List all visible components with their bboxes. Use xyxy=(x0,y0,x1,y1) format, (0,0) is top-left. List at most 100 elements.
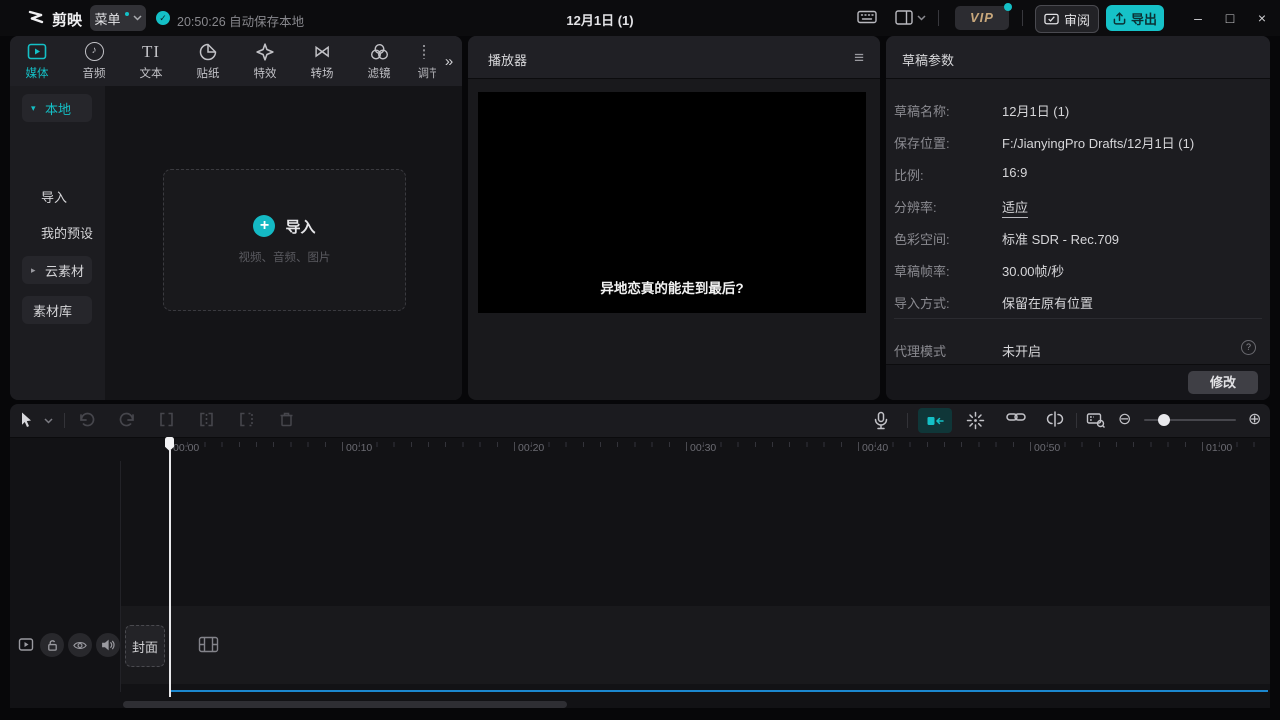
ruler-label[interactable]: 00:20 xyxy=(514,442,544,454)
param-label: 代理模式 xyxy=(894,341,946,360)
shortcut-keyboard-icon[interactable] xyxy=(857,9,877,25)
import-hint: 视频、音频、图片 xyxy=(239,249,331,265)
ruler-label[interactable]: 01:00 xyxy=(1202,442,1232,454)
workspace-layout-icon[interactable] xyxy=(895,10,913,25)
track-lock-icon[interactable] xyxy=(40,633,64,657)
transition-bowtie-icon: ⋈ xyxy=(314,42,331,62)
param-value: F:/JianyingPro Drafts/12月1日 (1) xyxy=(1002,133,1194,152)
media-content-area: + 导入 视频、音频、图片 xyxy=(105,86,462,400)
minimize-button[interactable]: – xyxy=(1183,0,1213,36)
export-up-icon xyxy=(1113,12,1126,25)
param-label: 色彩空间: xyxy=(894,229,950,248)
params-header: 草稿参数 xyxy=(886,36,1270,79)
ruler-label[interactable]: 00:00 xyxy=(173,442,199,454)
record-mic-icon[interactable] xyxy=(873,411,889,430)
filter-circles-icon xyxy=(370,42,389,62)
sidebar-item-local[interactable]: ▾ 本地 xyxy=(22,94,92,122)
player-menu-icon[interactable]: ≡ xyxy=(854,48,864,68)
maximize-button[interactable]: □ xyxy=(1215,0,1245,36)
preview-axis-icon[interactable] xyxy=(966,411,985,430)
tab-media[interactable]: 媒体 xyxy=(10,36,64,86)
tab-text[interactable]: TI 文本 xyxy=(124,36,178,86)
export-button[interactable]: 导出 xyxy=(1106,5,1164,31)
zoom-out-icon[interactable]: ⊖ xyxy=(1118,409,1131,429)
tab-effects[interactable]: 特效 xyxy=(238,36,292,86)
horizontal-scrollbar[interactable] xyxy=(123,701,567,708)
split-icon[interactable] xyxy=(158,411,175,428)
vip-badge-dot xyxy=(1004,3,1012,11)
main-track-lane xyxy=(121,606,1270,684)
zoom-in-icon[interactable]: ⊕ xyxy=(1248,409,1261,429)
undo-icon[interactable] xyxy=(78,411,96,428)
sidebar-item-cloud[interactable]: ▸ 云素材 xyxy=(22,256,92,284)
tab-audio[interactable]: ♪ 音频 xyxy=(67,36,121,86)
playhead-line[interactable] xyxy=(169,450,171,697)
redo-icon[interactable] xyxy=(118,411,136,428)
toolbar-separator xyxy=(64,413,65,428)
tab-filters[interactable]: 滤镜 xyxy=(352,36,406,86)
review-button[interactable]: 审阅 xyxy=(1035,5,1099,33)
split-left-icon[interactable] xyxy=(198,411,215,428)
param-label: 保存位置: xyxy=(894,133,950,152)
split-right-icon[interactable] xyxy=(238,411,255,428)
cursor-select-icon[interactable] xyxy=(18,411,35,429)
param-value: 30.00帧/秒 xyxy=(1002,261,1064,280)
vip-label: VIP xyxy=(970,10,994,25)
param-value: 保留在原有位置 xyxy=(1002,293,1093,312)
import-dropzone[interactable]: + 导入 视频、音频、图片 xyxy=(163,169,406,311)
menu-label: 菜单 xyxy=(94,9,120,28)
ruler-label[interactable]: 00:50 xyxy=(1030,442,1060,454)
sidebar-item-import[interactable]: 导入 xyxy=(32,182,102,210)
menu-button[interactable]: 菜单 xyxy=(90,5,146,31)
modify-button[interactable]: 修改 xyxy=(1188,371,1258,394)
params-title: 草稿参数 xyxy=(902,50,954,69)
timeline-toolbar: ⊖ ⊕ xyxy=(10,404,1270,438)
param-value: 12月1日 (1) xyxy=(1002,101,1069,120)
param-value-link[interactable]: 适应 xyxy=(1002,197,1028,218)
zoom-slider-handle[interactable] xyxy=(1158,414,1170,426)
cover-button[interactable]: 封面 xyxy=(125,625,165,667)
cursor-chevron-icon[interactable] xyxy=(44,418,53,424)
track-visibility-icon[interactable] xyxy=(68,633,92,657)
help-icon[interactable]: ? xyxy=(1241,340,1256,355)
sidebar-item-library[interactable]: 素材库 xyxy=(22,296,92,324)
video-preview: 异地恋真的能走到最后? xyxy=(478,92,866,313)
link-clips-icon[interactable] xyxy=(1006,411,1026,423)
track-mute-icon[interactable] xyxy=(96,633,120,657)
delete-icon[interactable] xyxy=(278,411,295,428)
sidebar-item-label: 素材库 xyxy=(33,301,72,320)
ruler-label[interactable]: 00:30 xyxy=(686,442,716,454)
split-audio-icon[interactable] xyxy=(1046,411,1064,427)
vip-badge[interactable]: VIP xyxy=(955,6,1009,30)
timeline-section: ⊖ ⊕ 00:00 00:10 00:20 00:30 00:40 00:50 … xyxy=(10,404,1270,708)
media-panel: 媒体 ♪ 音频 TI 文本 贴纸 特效 ⋈ 转场 滤镜 调节 » xyxy=(10,36,462,400)
param-row-resolution: 分辨率: 适应 xyxy=(886,188,1270,220)
param-label: 草稿名称: xyxy=(894,101,950,120)
media-tabstrip: 媒体 ♪ 音频 TI 文本 贴纸 特效 ⋈ 转场 滤镜 调节 » xyxy=(10,36,462,87)
sidebar-item-label: 我的预设 xyxy=(41,223,93,242)
tabs-expand-button[interactable]: » xyxy=(436,36,462,86)
sidebar-item-presets[interactable]: 我的预设 xyxy=(32,218,102,246)
empty-clip-film-icon[interactable] xyxy=(198,636,219,653)
player-panel: 播放器 ≡ 异地恋真的能走到最后? 00:00:00:00 / 00:01:43… xyxy=(468,36,880,400)
effects-star-icon xyxy=(256,42,274,62)
tab-transitions[interactable]: ⋈ 转场 xyxy=(295,36,349,86)
tab-label: 媒体 xyxy=(26,65,49,81)
player-title: 播放器 xyxy=(488,50,527,69)
ruler-label[interactable]: 00:40 xyxy=(858,442,888,454)
document-title: 12月1日 (1) xyxy=(540,10,660,29)
toolbar-separator xyxy=(907,413,908,428)
player-header: 播放器 ≡ xyxy=(468,36,880,79)
layout-chevron-down-icon[interactable] xyxy=(917,15,926,21)
sticker-icon xyxy=(199,42,217,62)
draft-params-panel: 草稿参数 草稿名称: 12月1日 (1) 保存位置: F:/JianyingPr… xyxy=(886,36,1270,400)
param-value: 16:9 xyxy=(1002,165,1027,180)
timeline-fit-icon[interactable] xyxy=(1086,411,1106,429)
expand-arrow-icon: ▸ xyxy=(31,265,39,276)
tab-sticker[interactable]: 贴纸 xyxy=(181,36,235,86)
ruler-label[interactable]: 00:10 xyxy=(342,442,372,454)
close-button[interactable]: × xyxy=(1247,0,1277,36)
play-button[interactable]: ▶ xyxy=(664,396,677,400)
auto-snap-toggle[interactable] xyxy=(918,408,952,433)
media-sidebar: ▾ 本地 导入 我的预设 ▸ 云素材 素材库 xyxy=(10,86,105,400)
